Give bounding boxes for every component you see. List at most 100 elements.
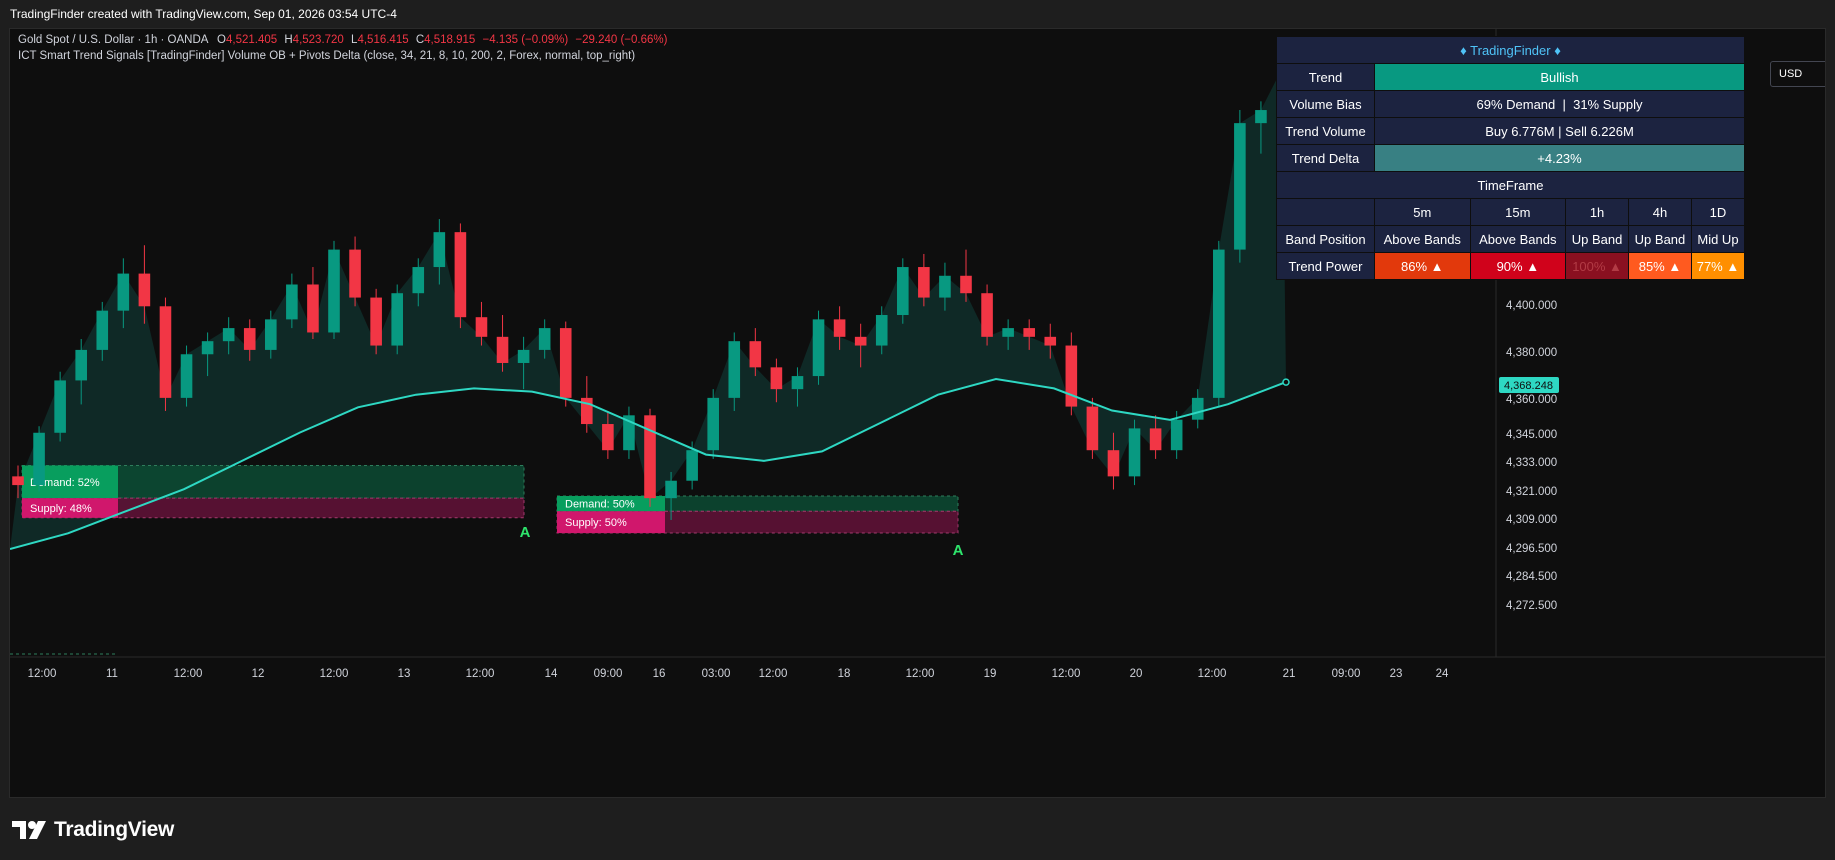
candle-body xyxy=(475,317,488,337)
supply-zone-label: Supply: 50% xyxy=(565,517,627,529)
bullish-signal-marker: A xyxy=(520,524,531,541)
candle-body xyxy=(538,328,551,350)
candle-body xyxy=(791,376,804,390)
time-axis-label: 24 xyxy=(1436,668,1449,680)
time-axis-label: 03:00 xyxy=(702,668,731,680)
price-axis-label: 4,345.000 xyxy=(1506,429,1557,441)
chart-pane[interactable]: Demand: 52% Supply: 48% Demand: 50% Supply:… xyxy=(9,28,1826,798)
timeframe-15m: 15m xyxy=(1469,198,1567,226)
candle-body xyxy=(1213,249,1225,398)
time-axis-label: 12:00 xyxy=(28,668,57,680)
price-axis-label: 4,333.000 xyxy=(1506,457,1557,469)
time-axis-label: 09:00 xyxy=(594,668,623,680)
candle-body xyxy=(1191,397,1204,420)
ohlc-close-value: 4,518.915 xyxy=(424,34,476,46)
candle-body xyxy=(686,450,698,481)
tradingview-logo-icon xyxy=(12,821,46,839)
band-position-1h: Up Band xyxy=(1565,225,1630,253)
time-axis-label: 14 xyxy=(545,668,558,680)
candle-body xyxy=(1086,406,1099,451)
candle-body xyxy=(833,319,846,337)
time-axis-label: 11 xyxy=(106,668,118,680)
time-axis-label: 12:00 xyxy=(906,668,935,680)
symbol-legend[interactable]: Gold Spot / U.S. Dollar · 1h · OANDA O4,… xyxy=(18,34,667,46)
candle-body xyxy=(707,397,719,451)
candle-body xyxy=(307,284,319,333)
price-axis-label: 4,380.000 xyxy=(1506,347,1557,359)
candle-body xyxy=(96,310,109,350)
time-axis-label: 12:00 xyxy=(1052,668,1081,680)
candle-body xyxy=(496,336,509,363)
chart-caption: TradingFinder created with TradingView.c… xyxy=(0,0,1835,28)
candle-body xyxy=(243,328,256,350)
symbol-name[interactable]: Gold Spot / U.S. Dollar · 1h · OANDA xyxy=(18,34,208,46)
time-axis-label: 16 xyxy=(653,668,666,680)
candle-body xyxy=(117,273,130,311)
time-axis-label: 13 xyxy=(398,668,411,680)
volume-bias-label: Volume Bias xyxy=(1276,90,1375,118)
candle-body xyxy=(286,284,298,320)
candle-body xyxy=(1044,336,1057,346)
candle-body xyxy=(1023,328,1035,337)
candle-body xyxy=(54,380,66,433)
currency-button[interactable]: USD xyxy=(1770,61,1825,87)
candle-body xyxy=(1149,428,1162,451)
time-axis-label: 12:00 xyxy=(174,668,203,680)
time-axis-label: 12 xyxy=(252,668,265,680)
trend-power-5m: 86% ▲ xyxy=(1374,252,1471,280)
tradingview-logo[interactable]: TradingView xyxy=(12,818,174,842)
candle-body xyxy=(749,341,762,368)
candle-body xyxy=(201,341,214,355)
time-axis-label: 12:00 xyxy=(1198,668,1227,680)
candle-body xyxy=(1107,450,1120,477)
price-axis-label: 4,296.500 xyxy=(1506,543,1557,555)
candle-body xyxy=(159,306,172,398)
candle-body xyxy=(918,267,930,298)
current-price-label: 4,368.248 xyxy=(1504,380,1553,392)
time-axis-label: 21 xyxy=(1283,668,1296,680)
ohlc-change: −4.135 (−0.09%) xyxy=(482,34,569,46)
time-axis-label: 18 xyxy=(838,668,851,680)
timeframe-header: TimeFrame xyxy=(1276,171,1745,199)
demand-zone-label: Demand: 50% xyxy=(565,499,635,511)
candle-body xyxy=(875,315,888,346)
indicator-legend[interactable]: ICT Smart Trend Signals [TradingFinder] … xyxy=(18,50,635,62)
candle-body xyxy=(854,336,867,346)
price-axis-label: 4,321.000 xyxy=(1506,486,1557,498)
candle-body xyxy=(138,273,151,307)
candle-body xyxy=(517,349,530,363)
volume-bias-value: 69% Demand | 31% Supply xyxy=(1374,90,1745,118)
candle-body xyxy=(960,275,972,294)
time-axis-label: 19 xyxy=(984,668,997,680)
timeframe-1h: 1h xyxy=(1565,198,1630,226)
ohlc-high-label: H xyxy=(284,34,293,46)
candle-body xyxy=(665,480,677,499)
candle-body xyxy=(12,476,24,486)
trend-volume-label: Trend Volume xyxy=(1276,117,1375,145)
candle-body xyxy=(433,232,446,268)
time-axis-label: 12:00 xyxy=(320,668,349,680)
band-position-4h: Up Band xyxy=(1628,225,1692,253)
ohlc-close-label: C xyxy=(415,34,425,46)
timeframe-4h: 4h xyxy=(1628,198,1692,226)
price-axis-label: 4,272.500 xyxy=(1506,600,1557,612)
trend-power-4h: 85% ▲ xyxy=(1628,252,1692,280)
candle-body xyxy=(1234,123,1246,250)
trend-delta-label: Trend Delta xyxy=(1276,144,1375,172)
band-position-label: Band Position xyxy=(1276,225,1375,253)
table-title: ♦ TradingFinder ♦ xyxy=(1276,36,1745,64)
candle-body xyxy=(602,424,614,451)
trend-power-1h: 100% ▲ xyxy=(1565,252,1630,280)
ohlc-change-2: −29.240 (−0.66%) xyxy=(575,34,668,46)
candle-body xyxy=(75,349,87,381)
brand-name: TradingView xyxy=(54,818,175,841)
ohlc-open-value: 4,521.405 xyxy=(225,34,278,46)
candle-body xyxy=(391,293,403,346)
trend-delta-value: +4.23% xyxy=(1374,144,1745,172)
price-axis-label: 4,360.000 xyxy=(1506,394,1557,406)
time-axis-label: 23 xyxy=(1390,668,1403,680)
time-axis-label: 09:00 xyxy=(1332,668,1361,680)
band-position-15m: Above Bands xyxy=(1469,225,1567,253)
candle-body xyxy=(412,267,425,294)
timeframe-5m: 5m xyxy=(1374,198,1471,226)
